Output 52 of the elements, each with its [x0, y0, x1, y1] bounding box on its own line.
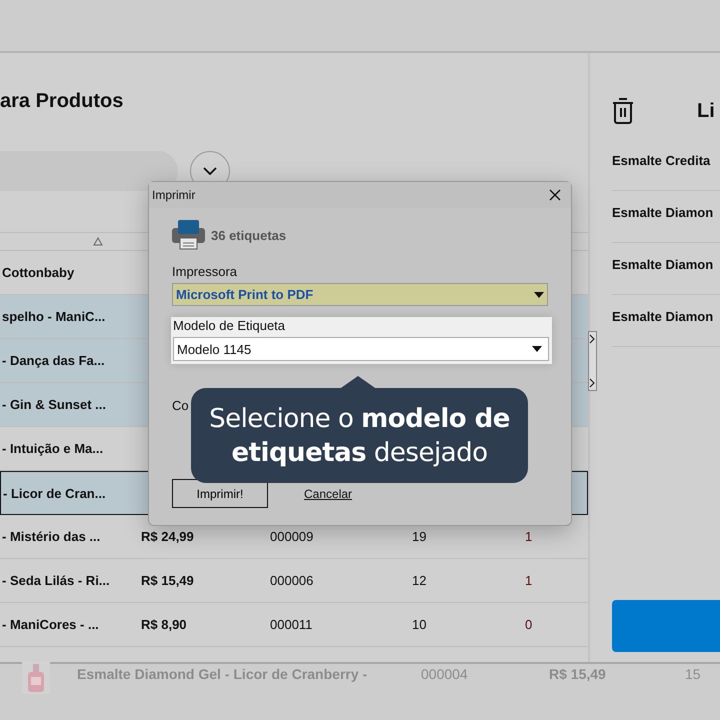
- product-name: spelho - ManiC...: [2, 309, 106, 324]
- model-select[interactable]: Modelo 1145: [173, 337, 549, 361]
- label-count: 36 etiquetas: [211, 228, 286, 242]
- stock-cell: 12: [412, 573, 426, 588]
- product-name: - Licor de Cran...: [3, 486, 106, 501]
- quantity-cell: 0: [525, 617, 532, 632]
- stock-cell: 15: [685, 666, 701, 682]
- list-title: Li: [697, 100, 715, 122]
- print-button[interactable]: Imprimir!: [172, 479, 268, 508]
- code-cell: 000011: [270, 617, 312, 632]
- printer-icon: [172, 220, 205, 250]
- product-name: - Intuição e Ma...: [2, 441, 104, 456]
- stock-cell: 19: [412, 529, 426, 544]
- table-row[interactable]: - Seda Lilás - Ri... R$ 15,49 000006 12 1: [0, 559, 588, 603]
- list-item[interactable]: Esmalte Diamon: [612, 243, 720, 295]
- dropdown-arrow-icon: [534, 292, 544, 298]
- product-name: - Gin & Sunset ...: [2, 397, 106, 412]
- price-cell: R$ 8,90: [141, 617, 187, 632]
- model-label: Modelo de Etiqueta: [173, 318, 286, 335]
- price-cell: R$ 15,49: [549, 666, 606, 682]
- code-cell: 000006: [270, 573, 314, 588]
- list-item[interactable]: Esmalte Diamon: [612, 191, 720, 243]
- sort-icon[interactable]: [93, 237, 103, 246]
- code-cell: 000009: [270, 529, 314, 544]
- cancel-link[interactable]: Cancelar: [304, 486, 352, 500]
- price-cell: R$ 24,99: [141, 529, 194, 544]
- page-title: ara Produtos: [0, 89, 124, 113]
- list-item[interactable]: Esmalte Diamon: [612, 295, 720, 347]
- dropdown-arrow-icon: [532, 346, 542, 352]
- product-name: Esmalte Diamond Gel - Licor de Cranberry -: [77, 666, 368, 682]
- stock-cell: 10: [412, 617, 426, 632]
- trash-icon[interactable]: [612, 98, 634, 124]
- product-name: - Dança das Fa...: [2, 353, 105, 368]
- code-cell: 000004: [421, 666, 468, 682]
- dialog-title: Imprimir: [152, 188, 196, 202]
- tooltip-text: Selecione o modelo de etiquetas desejado: [208, 402, 511, 470]
- product-name: Cottonbaby: [2, 265, 74, 280]
- field-label: Co: [172, 398, 189, 415]
- product-name: - ManiCores - ...: [2, 617, 99, 632]
- quantity-cell: 1: [525, 529, 532, 544]
- table-row[interactable]: - ManiCores - ... R$ 8,90 000011 10 0: [0, 603, 588, 647]
- price-cell: R$ 15,49: [141, 573, 194, 588]
- product-name: - Mistério das ...: [2, 529, 100, 544]
- quantity-cell: 1: [525, 573, 532, 588]
- close-icon[interactable]: [549, 189, 561, 201]
- product-name: - Seda Lilás - Ri...: [2, 573, 110, 588]
- chevron-down-icon: [203, 167, 217, 175]
- list-item[interactable]: Esmalte Credita: [612, 139, 720, 191]
- printer-select[interactable]: Microsoft Print to PDF: [172, 283, 548, 306]
- printer-label: Impressora: [172, 264, 238, 279]
- expander-icon[interactable]: [588, 331, 597, 391]
- search-field[interactable]: [0, 151, 178, 191]
